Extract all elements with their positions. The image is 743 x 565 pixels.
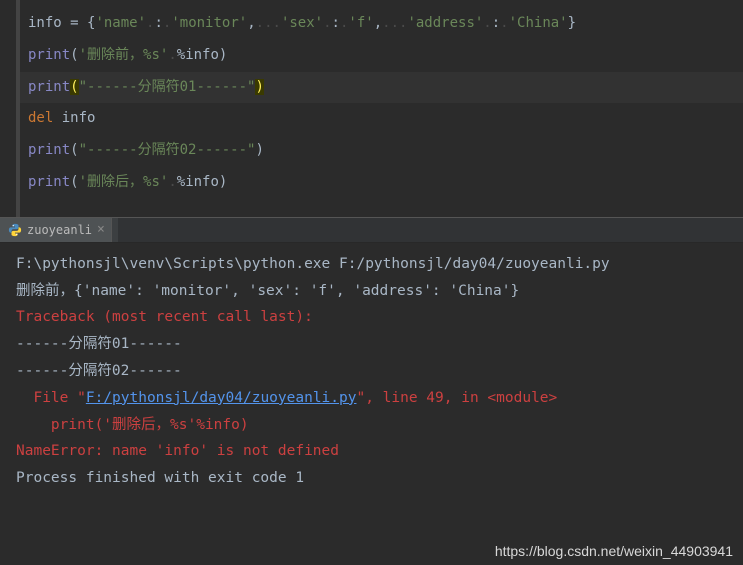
code-line[interactable]: print("------分隔符02------"): [20, 135, 743, 167]
console-error-line: print('删除后，%s'%info): [16, 412, 727, 439]
builtin-fn: print: [28, 47, 70, 63]
builtin-fn: print: [28, 174, 70, 190]
code-line[interactable]: print('删除前，%s'.%info): [20, 40, 743, 72]
console-line: Process finished with exit code 1: [16, 465, 727, 492]
console-error-line: File "F:/pythonsjl/day04/zuoyeanli.py", …: [16, 385, 727, 412]
paren-highlight: ): [255, 79, 263, 95]
watermark: https://blog.csdn.net/weixin_44903941: [495, 543, 733, 559]
code-line[interactable]: info = {'name'.:.'monitor',...'sex'.:.'f…: [20, 8, 743, 40]
console-error-line: NameError: name 'info' is not defined: [16, 438, 727, 465]
builtin-fn: print: [28, 79, 70, 95]
run-tab[interactable]: zuoyeanli ×: [0, 218, 112, 242]
file-link[interactable]: F:/pythonsjl/day04/zuoyeanli.py: [86, 390, 357, 406]
code-line[interactable]: print('删除后，%s'.%info): [20, 167, 743, 199]
code-editor[interactable]: info = {'name'.:.'monitor',...'sex'.:.'f…: [16, 0, 743, 217]
code-line[interactable]: del info: [20, 103, 743, 135]
console-line: ------分隔符02------: [16, 358, 727, 385]
console-line: 删除前，{'name': 'monitor', 'sex': 'f', 'add…: [16, 278, 727, 305]
console-line: F:\pythonsjl\venv\Scripts\python.exe F:/…: [16, 251, 727, 278]
builtin-fn: print: [28, 142, 70, 158]
toolbar-filler: [118, 218, 743, 242]
code-line-active[interactable]: print("------分隔符01------"): [20, 72, 743, 104]
python-icon: [8, 223, 22, 237]
console-error-line: Traceback (most recent call last):: [16, 304, 727, 331]
paren-highlight: (: [70, 79, 78, 95]
tab-label: zuoyeanli: [27, 223, 92, 237]
close-icon[interactable]: ×: [97, 222, 105, 237]
keyword: del: [28, 110, 53, 126]
run-tab-bar: zuoyeanli ×: [0, 217, 743, 243]
console-line: ------分隔符01------: [16, 331, 727, 358]
operator: =: [62, 15, 87, 31]
console-output[interactable]: F:\pythonsjl\venv\Scripts\python.exe F:/…: [0, 243, 743, 500]
variable: info: [28, 15, 62, 31]
